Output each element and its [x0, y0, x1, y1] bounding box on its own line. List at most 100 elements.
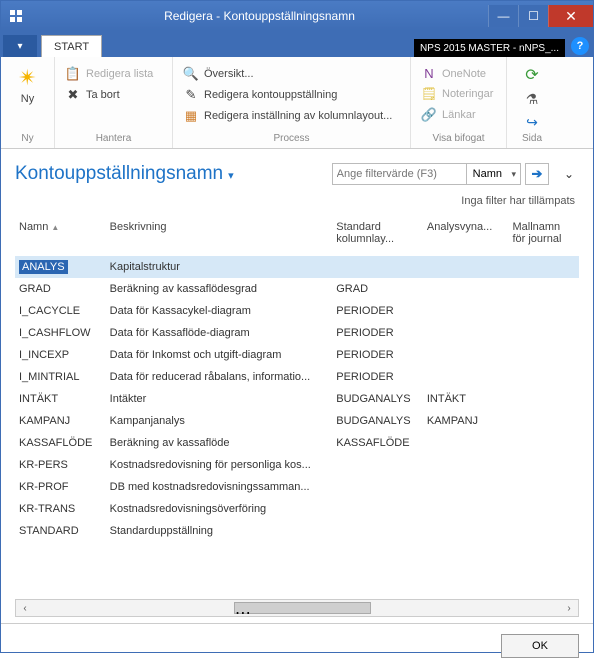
notes-button[interactable]: 🗒 Noteringar: [419, 85, 495, 103]
cell-std-col[interactable]: PERIODER: [332, 300, 423, 322]
cell-analysis[interactable]: INTÄKT: [423, 388, 509, 410]
cell-journal[interactable]: [508, 476, 579, 498]
cell-description[interactable]: Beräkning av kassaflödesgrad: [106, 278, 333, 300]
cell-std-col[interactable]: PERIODER: [332, 322, 423, 344]
cell-std-col[interactable]: [332, 476, 423, 498]
cell-journal[interactable]: [508, 300, 579, 322]
apply-filter-button[interactable]: ➔: [525, 163, 549, 185]
cell-std-col[interactable]: [332, 520, 423, 542]
cell-std-col[interactable]: BUDGANALYS: [332, 388, 423, 410]
cell-description[interactable]: DB med kostnadsredovisningssamman...: [106, 476, 333, 498]
table-row[interactable]: I_INCEXPData för Inkomst och utgift-diag…: [15, 344, 579, 366]
scroll-track[interactable]: ⋯: [34, 600, 560, 616]
cell-analysis[interactable]: [423, 344, 509, 366]
edit-schedule-button[interactable]: ✎ Redigera kontouppställning: [181, 86, 394, 104]
cell-name[interactable]: STANDARD: [15, 520, 106, 542]
table-row[interactable]: I_CASHFLOWData för Kassaflöde-diagramPER…: [15, 322, 579, 344]
edit-list-button[interactable]: 📋 Redigera lista: [63, 65, 155, 83]
cell-description[interactable]: Kapitalstruktur: [106, 256, 333, 279]
col-header-journal[interactable]: Mallnamn för journal: [508, 217, 579, 256]
table-row[interactable]: KASSAFLÖDEBeräkning av kassaflödeKASSAFL…: [15, 432, 579, 454]
cell-journal[interactable]: [508, 256, 579, 279]
cell-name[interactable]: INTÄKT: [15, 388, 106, 410]
cell-description[interactable]: Data för Kassaflöde-diagram: [106, 322, 333, 344]
cell-journal[interactable]: [508, 344, 579, 366]
table-row[interactable]: STANDARDStandarduppställning: [15, 520, 579, 542]
scroll-thumb[interactable]: ⋯: [234, 602, 371, 614]
cell-journal[interactable]: [508, 410, 579, 432]
cell-analysis[interactable]: [423, 322, 509, 344]
cell-name[interactable]: KR-PERS: [15, 454, 106, 476]
cell-std-col[interactable]: [332, 256, 423, 279]
cell-description[interactable]: Data för Kassacykel-diagram: [106, 300, 333, 322]
filter-value-input[interactable]: [332, 163, 467, 185]
table-row[interactable]: INTÄKTIntäkterBUDGANALYSINTÄKT: [15, 388, 579, 410]
new-button[interactable]: ✴ Ny: [9, 61, 46, 131]
cell-description[interactable]: Kostnadsredovisning för personliga kos..…: [106, 454, 333, 476]
maximize-button[interactable]: ☐: [518, 5, 548, 27]
table-row[interactable]: GRADBeräkning av kassaflödesgradGRAD: [15, 278, 579, 300]
cell-name[interactable]: I_CASHFLOW: [15, 322, 106, 344]
cell-description[interactable]: Data för Inkomst och utgift-diagram: [106, 344, 333, 366]
minimize-button[interactable]: —: [488, 5, 518, 27]
file-menu-button[interactable]: ▾: [3, 35, 37, 57]
table-row[interactable]: I_CACYCLEData för Kassacykel-diagramPERI…: [15, 300, 579, 322]
cell-std-col[interactable]: KASSAFLÖDE: [332, 432, 423, 454]
cell-name[interactable]: I_INCEXP: [15, 344, 106, 366]
tab-start[interactable]: START: [41, 35, 102, 57]
table-row[interactable]: KR-PROFDB med kostnadsredovisningssamman…: [15, 476, 579, 498]
col-header-name[interactable]: Namn▲: [15, 217, 106, 256]
cell-name[interactable]: KR-TRANS: [15, 498, 106, 520]
refresh-icon[interactable]: ⟳: [525, 65, 538, 85]
cell-name[interactable]: KASSAFLÖDE: [15, 432, 106, 454]
table-row[interactable]: KR-PERSKostnadsredovisning för personlig…: [15, 454, 579, 476]
table-row[interactable]: ANALYSKapitalstruktur: [15, 256, 579, 279]
cell-analysis[interactable]: [423, 520, 509, 542]
cell-analysis[interactable]: [423, 454, 509, 476]
cell-journal[interactable]: [508, 322, 579, 344]
page-title[interactable]: Kontouppställningsnamn ▾: [15, 163, 234, 185]
links-button[interactable]: 🔗 Länkar: [419, 106, 495, 124]
cell-name[interactable]: GRAD: [15, 278, 106, 300]
cell-description[interactable]: Kostnadsredovisningsöverföring: [106, 498, 333, 520]
ok-button[interactable]: OK: [501, 634, 579, 658]
cell-std-col[interactable]: GRAD: [332, 278, 423, 300]
cell-description[interactable]: Standarduppställning: [106, 520, 333, 542]
help-icon[interactable]: ?: [571, 37, 589, 55]
cell-name[interactable]: KR-PROF: [15, 476, 106, 498]
cell-analysis[interactable]: [423, 278, 509, 300]
filter-icon[interactable]: ⚗: [526, 91, 539, 108]
cell-journal[interactable]: [508, 388, 579, 410]
col-header-analysis[interactable]: Analysvyna...: [423, 217, 509, 256]
col-header-description[interactable]: Beskrivning: [106, 217, 333, 256]
cell-std-col[interactable]: [332, 498, 423, 520]
cell-std-col[interactable]: [332, 454, 423, 476]
cell-std-col[interactable]: PERIODER: [332, 366, 423, 388]
cell-std-col[interactable]: PERIODER: [332, 344, 423, 366]
cell-analysis[interactable]: [423, 300, 509, 322]
cell-description[interactable]: Data för reducerad råbalans, informatio.…: [106, 366, 333, 388]
scroll-left-icon[interactable]: ‹: [16, 600, 34, 616]
cell-journal[interactable]: [508, 454, 579, 476]
cell-name[interactable]: I_MINTRIAL: [15, 366, 106, 388]
cell-analysis[interactable]: [423, 476, 509, 498]
cell-journal[interactable]: [508, 278, 579, 300]
cell-description[interactable]: Kampanjanalys: [106, 410, 333, 432]
cell-description[interactable]: Intäkter: [106, 388, 333, 410]
onenote-button[interactable]: N OneNote: [419, 65, 495, 82]
close-button[interactable]: ✕: [548, 5, 593, 27]
table-row[interactable]: KAMPANJKampanjanalysBUDGANALYSKAMPANJ: [15, 410, 579, 432]
data-grid[interactable]: Namn▲ Beskrivning Standard kolumnlay... …: [1, 217, 593, 595]
cell-journal[interactable]: [508, 498, 579, 520]
cell-analysis[interactable]: [423, 366, 509, 388]
cell-analysis[interactable]: [423, 498, 509, 520]
table-row[interactable]: I_MINTRIALData för reducerad råbalans, i…: [15, 366, 579, 388]
filter-field-select[interactable]: Namn: [467, 163, 521, 185]
col-header-std-col[interactable]: Standard kolumnlay...: [332, 217, 423, 256]
edit-column-layout-button[interactable]: ▦ Redigera inställning av kolumnlayout..…: [181, 107, 394, 125]
cell-analysis[interactable]: [423, 256, 509, 279]
cell-analysis[interactable]: KAMPANJ: [423, 410, 509, 432]
cell-description[interactable]: Beräkning av kassaflöde: [106, 432, 333, 454]
table-row[interactable]: KR-TRANSKostnadsredovisningsöverföring: [15, 498, 579, 520]
cell-name[interactable]: KAMPANJ: [15, 410, 106, 432]
